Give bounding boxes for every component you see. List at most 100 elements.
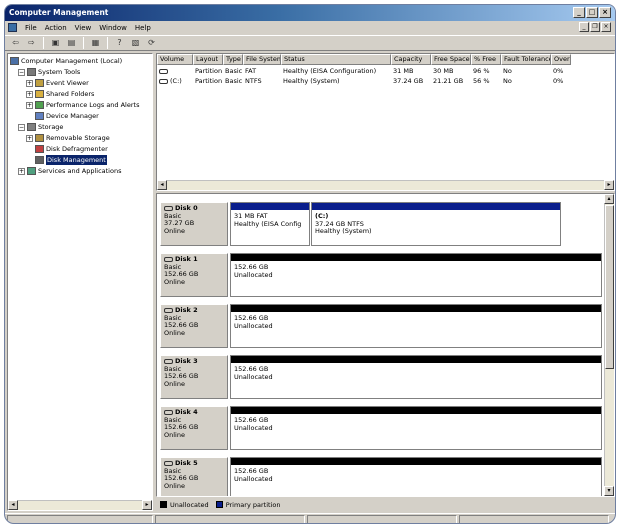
disk-row[interactable]: Disk 1 Basic 152.66 GB Online 152.66 GB Unall… <box>160 251 604 299</box>
tree-item[interactable]: + Removable Storage <box>26 133 110 143</box>
expand-icon[interactable]: + <box>18 167 25 175</box>
column-header-over[interactable]: Over <box>551 54 571 65</box>
table-cell: Healthy (System) <box>283 77 340 85</box>
column-header-layout[interactable]: Layout <box>193 54 223 65</box>
show-hide-tree-icon[interactable]: ▤ <box>65 37 78 49</box>
partition-size: 152.66 GB <box>234 263 269 271</box>
scroll-left-arrow-icon[interactable]: ◂ <box>8 500 18 510</box>
back-icon[interactable]: ⇦ <box>9 37 22 49</box>
maximize-button[interactable]: □ <box>586 7 598 18</box>
partition-type-bar <box>231 305 601 312</box>
disk-info[interactable]: Disk 2 Basic 152.66 GB Online <box>160 304 228 348</box>
primary-partition[interactable]: (C:) 37.24 GB NTFS Healthy (System) <box>311 202 561 246</box>
minimize-button[interactable]: _ <box>573 7 585 18</box>
scrollbar-thumb[interactable] <box>605 205 614 369</box>
export-icon[interactable]: ▧ <box>129 37 142 49</box>
tree-item-label: Disk Defragmenter <box>46 145 108 153</box>
expand-icon[interactable]: + <box>26 101 33 109</box>
tree-item[interactable]: Computer Management (Local) <box>10 56 122 66</box>
menu-window[interactable]: Window <box>99 24 127 32</box>
unallocated-partition[interactable]: 152.66 GB Unallocated <box>230 457 602 496</box>
partition-status: Unallocated <box>234 372 273 381</box>
disk-row[interactable]: Disk 4 Basic 152.66 GB Online 152.66 GB Unall… <box>160 404 604 452</box>
disk-info[interactable]: Disk 4 Basic 152.66 GB Online <box>160 406 228 450</box>
volume-list-header: Volume Layout Type File System Status Capacit… <box>157 54 571 65</box>
column-header-status[interactable]: Status <box>281 54 391 65</box>
disk-info[interactable]: Disk 1 Basic 152.66 GB Online <box>160 253 228 297</box>
primary-partition[interactable]: 31 MB FAT Healthy (EISA Config <box>230 202 310 246</box>
status-panel <box>155 515 305 523</box>
child-minimize-button[interactable]: _ <box>579 22 589 32</box>
tree-item[interactable]: + Shared Folders <box>26 89 94 99</box>
forward-icon[interactable]: ⇨ <box>25 37 38 49</box>
column-header-fault-tolerance[interactable]: Fault Tolerance <box>501 54 551 65</box>
tree-item[interactable]: − Storage <box>18 122 63 132</box>
title-bar[interactable]: Computer Management _ □ × <box>5 5 615 21</box>
tree-item[interactable]: Disk Defragmenter <box>26 144 108 154</box>
column-header-type[interactable]: Type <box>223 54 243 65</box>
help-icon[interactable]: ? <box>113 37 126 49</box>
expand-icon[interactable]: + <box>26 79 33 87</box>
collapse-icon[interactable]: − <box>18 123 25 131</box>
column-header-file-system[interactable]: File System <box>243 54 281 65</box>
child-close-button[interactable]: × <box>601 22 611 32</box>
volume-icon <box>159 68 168 74</box>
disk-row[interactable]: Disk 2 Basic 152.66 GB Online 152.66 GB Unall… <box>160 302 604 350</box>
disk-info[interactable]: Disk 5 Basic 152.66 GB Online <box>160 457 228 496</box>
folder-icon <box>35 90 44 98</box>
volume-name: (C:) <box>170 77 182 85</box>
scroll-left-arrow-icon[interactable]: ◂ <box>157 180 167 190</box>
partition-details: 152.66 GB Unallocated <box>231 261 601 282</box>
unallocated-partition[interactable]: 152.66 GB Unallocated <box>230 406 602 450</box>
column-header--free[interactable]: % Free <box>471 54 501 65</box>
expand-icon[interactable]: + <box>26 90 33 98</box>
table-cell: 56 % <box>473 77 490 85</box>
scroll-up-arrow-icon[interactable]: ▴ <box>604 194 614 204</box>
volume-list[interactable]: Volume Layout Type File System Status Capacit… <box>156 53 615 191</box>
expand-icon[interactable]: + <box>26 134 33 142</box>
menu-file[interactable]: File <box>25 24 37 32</box>
unallocated-partition[interactable]: 152.66 GB Unallocated <box>230 253 602 297</box>
table-row[interactable]: Partition Basic FAT Healthy (EISA Configura… <box>157 66 571 76</box>
tree-item[interactable]: Disk Management <box>26 155 107 165</box>
tree-horizontal-scrollbar[interactable]: ◂ ▸ <box>8 500 152 510</box>
scroll-right-arrow-icon[interactable]: ▸ <box>142 500 152 510</box>
disk-view-vertical-scrollbar[interactable]: ▴ ▾ <box>604 194 614 496</box>
partition-details: 152.66 GB Unallocated <box>231 312 601 333</box>
tree-item[interactable]: + Performance Logs and Alerts <box>26 100 139 110</box>
disk-row[interactable]: Disk 5 Basic 152.66 GB Online 152.66 GB Unall… <box>160 455 604 496</box>
menu-action[interactable]: Action <box>45 24 67 32</box>
column-header-volume[interactable]: Volume <box>157 54 193 65</box>
collapse-icon[interactable]: − <box>18 68 25 76</box>
column-header-capacity[interactable]: Capacity <box>391 54 431 65</box>
menu-help[interactable]: Help <box>135 24 151 32</box>
disk-row[interactable]: Disk 3 Basic 152.66 GB Online 152.66 GB Unall… <box>160 353 604 401</box>
app-menu-icon[interactable] <box>8 23 17 32</box>
status-panel <box>459 515 609 523</box>
tree-item[interactable]: + Services and Applications <box>18 166 121 176</box>
volume-list-horizontal-scrollbar[interactable]: ◂ ▸ <box>157 180 614 190</box>
close-button[interactable]: × <box>599 7 611 18</box>
refresh-icon[interactable]: ⟳ <box>145 37 158 49</box>
properties-icon[interactable]: ▦ <box>89 37 102 49</box>
disk-info[interactable]: Disk 0 Basic 37.27 GB Online <box>160 202 228 246</box>
up-icon[interactable]: ▣ <box>49 37 62 49</box>
tree-item[interactable]: Device Manager <box>26 111 99 121</box>
graphical-disk-view[interactable]: Disk 0 Basic 37.27 GB Online 31 MB FAT Health… <box>156 193 615 497</box>
disk-row[interactable]: Disk 0 Basic 37.27 GB Online 31 MB FAT Health… <box>160 200 604 248</box>
tree-item[interactable]: − System Tools <box>18 67 80 77</box>
disk-info[interactable]: Disk 3 Basic 152.66 GB Online <box>160 355 228 399</box>
disk-status: Online <box>164 430 185 439</box>
unallocated-partition[interactable]: 152.66 GB Unallocated <box>230 304 602 348</box>
partition-type-bar <box>231 407 601 414</box>
table-row[interactable]: (C:) Partition Basic NTFS Healthy (System) 37… <box>157 76 571 86</box>
partition-status: Healthy (System) <box>315 227 372 235</box>
scroll-down-arrow-icon[interactable]: ▾ <box>604 486 614 496</box>
column-header-free-space[interactable]: Free Space <box>431 54 471 65</box>
unallocated-partition[interactable]: 152.66 GB Unallocated <box>230 355 602 399</box>
console-tree[interactable]: ◂ ▸ Computer Management (Local) − System T… <box>7 53 153 511</box>
child-restore-button[interactable]: ❐ <box>590 22 600 32</box>
menu-view[interactable]: View <box>75 24 92 32</box>
tree-item[interactable]: + Event Viewer <box>26 78 89 88</box>
scroll-right-arrow-icon[interactable]: ▸ <box>604 180 614 190</box>
